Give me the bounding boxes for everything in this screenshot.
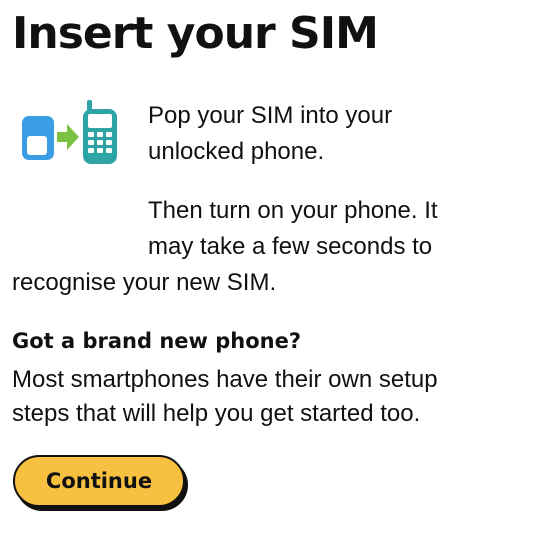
instruction-text-line: Then turn on your phone. It [148, 197, 438, 224]
sim-to-phone-icon [22, 100, 117, 164]
continue-button[interactable]: Continue [13, 455, 185, 507]
phone-keypad-shape [88, 132, 112, 153]
phone-screen-shape [88, 114, 112, 128]
new-phone-heading: Got a brand new phone? [12, 329, 302, 353]
instruction-text-line: Pop your SIM into your [148, 102, 393, 129]
instruction-text-line: may take a few seconds to [148, 233, 433, 260]
instruction-text-line: recognise your new SIM. [12, 269, 277, 296]
new-phone-text-line: Most smartphones have their own setup [12, 366, 438, 393]
new-phone-text-line: steps that will help you get started too… [12, 400, 421, 427]
continue-button-label: Continue [45, 469, 153, 493]
sim-chip-shape [27, 136, 47, 155]
arrow-shape [57, 124, 79, 150]
page-title: Insert your SIM [12, 8, 379, 59]
instruction-text-line: unlocked phone. [148, 138, 325, 165]
